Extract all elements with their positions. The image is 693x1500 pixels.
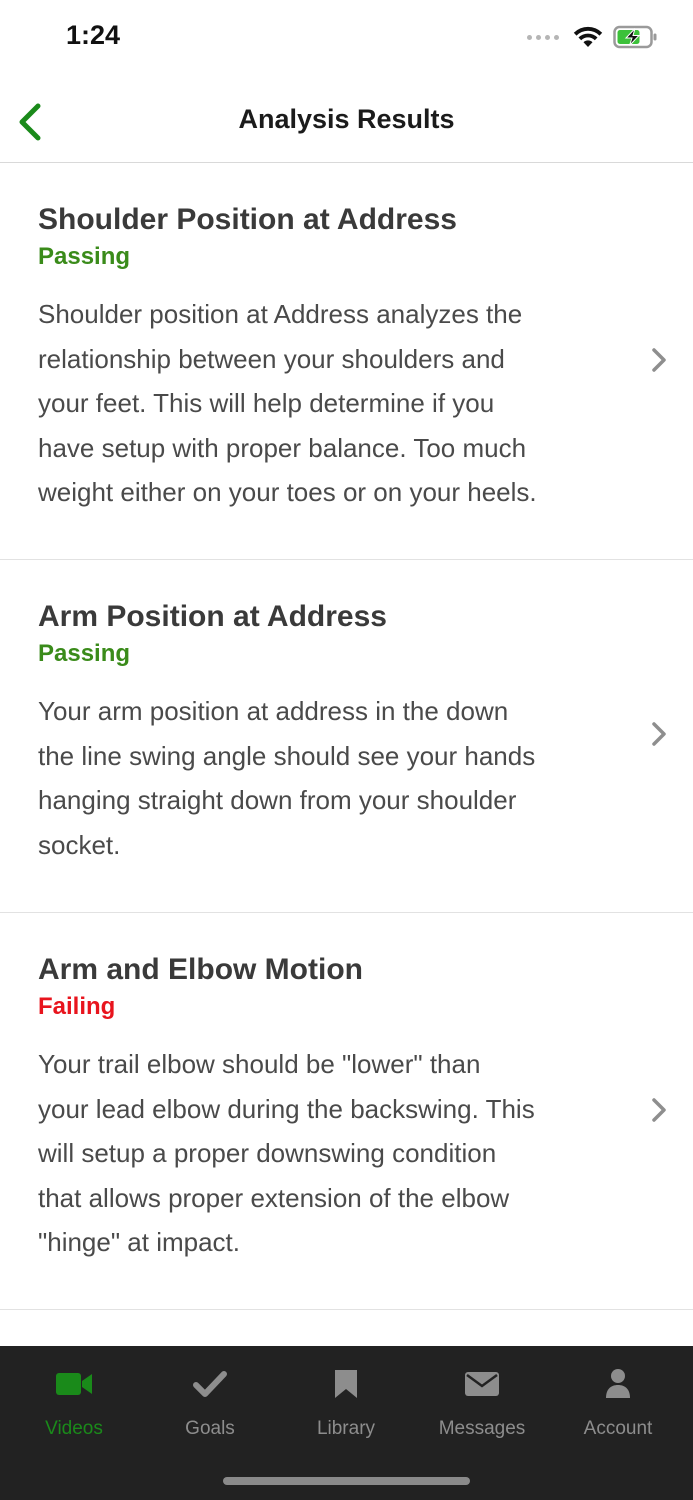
item-title: Arm and Elbow Motion <box>38 953 363 986</box>
navigation-bar: Analysis Results <box>0 78 693 163</box>
item-description: Shoulder position at Address analyzes th… <box>38 299 537 507</box>
status-bar: 1:24 <box>0 0 693 75</box>
cellular-signal-icon <box>527 34 559 40</box>
list-item-arm-elbow-motion[interactable]: Arm and Elbow Motion Failing Your trail … <box>0 913 693 1310</box>
tab-goals[interactable]: Goals <box>141 1364 279 1440</box>
tab-label: Videos <box>45 1418 103 1439</box>
wifi-icon <box>573 26 603 47</box>
status-badge: Passing <box>38 640 131 667</box>
person-icon <box>606 1369 630 1398</box>
bookmark-icon <box>335 1370 357 1398</box>
battery-charging-icon <box>613 25 657 49</box>
envelope-icon <box>465 1372 499 1396</box>
home-indicator <box>223 1477 470 1485</box>
chevron-right-icon <box>652 1098 666 1122</box>
tab-label: Goals <box>185 1418 235 1439</box>
chevron-right-icon <box>652 348 666 372</box>
analysis-results-list: Shoulder Position at Address Passing Sho… <box>0 163 693 1310</box>
tab-messages[interactable]: Messages <box>413 1364 551 1440</box>
tab-account[interactable]: Account <box>549 1364 687 1440</box>
checkmark-icon <box>193 1371 227 1397</box>
list-item-shoulder-position[interactable]: Shoulder Position at Address Passing Sho… <box>0 163 693 560</box>
status-time: 1:24 <box>66 20 121 50</box>
tab-label: Library <box>316 1418 376 1439</box>
item-description: Your trail elbow should be "lower" than … <box>38 1049 535 1257</box>
page-title: Analysis Results <box>238 104 455 134</box>
item-title: Arm Position at Address <box>38 600 387 633</box>
tab-videos[interactable]: Videos <box>5 1364 143 1440</box>
tab-library[interactable]: Library <box>277 1364 415 1440</box>
status-badge: Passing <box>38 243 131 270</box>
status-badge: Failing <box>38 993 116 1020</box>
status-icons <box>527 25 659 49</box>
tab-label: Account <box>583 1418 653 1439</box>
chevron-right-icon <box>652 722 666 746</box>
item-title: Shoulder Position at Address <box>38 203 457 236</box>
tab-label: Messages <box>438 1418 526 1439</box>
item-description: Your arm position at address in the down… <box>38 696 536 860</box>
list-item-arm-position[interactable]: Arm Position at Address Passing Your arm… <box>0 560 693 913</box>
video-camera-icon <box>56 1373 92 1395</box>
